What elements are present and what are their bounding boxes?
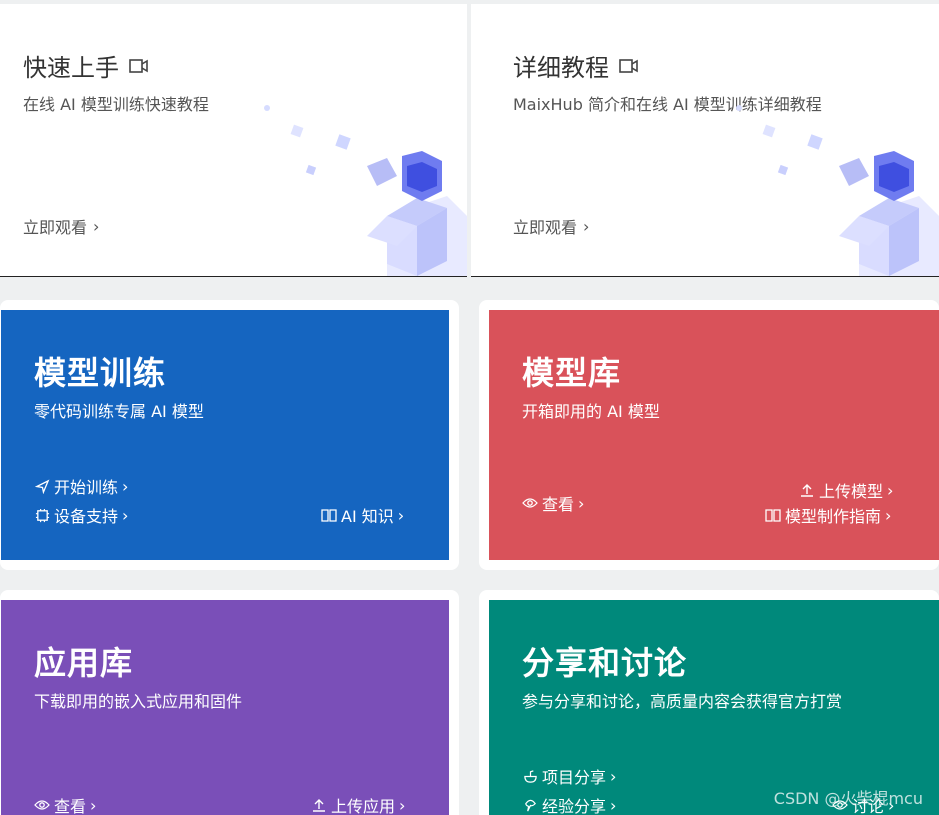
chevron-right-icon: › — [583, 216, 590, 236]
watch-now-link[interactable]: 立即观看 › — [23, 214, 99, 238]
watch-now-link[interactable]: 立即观看 › — [513, 214, 589, 238]
start-training-link[interactable]: 开始训练 › — [34, 474, 128, 498]
chevron-right-icon: › — [610, 766, 617, 786]
app-library-tile[interactable]: 应用库 下载即用的嵌入式应用和固件 查看 › 上传应用 › — [1, 600, 449, 815]
chevron-right-icon: › — [90, 795, 97, 815]
tile-description: 零代码训练专属 AI 模型 — [34, 402, 204, 421]
chevron-right-icon: › — [93, 216, 100, 236]
quick-start-card[interactable]: 快速上手 在线 AI 模型训练快速教程 立即观看 › — [0, 4, 467, 277]
project-share-link[interactable]: 项目分享 › — [522, 764, 616, 788]
book-icon — [321, 507, 337, 523]
chevron-right-icon: › — [122, 476, 129, 496]
share-discuss-tile[interactable]: 分享和讨论 参与分享和讨论，高质量内容会获得官方打赏 项目分享 › 经验分享 ›… — [489, 600, 939, 815]
chevron-right-icon: › — [122, 505, 129, 525]
quick-start-subtitle: 在线 AI 模型训练快速教程 — [23, 95, 209, 114]
eye-icon — [34, 797, 50, 813]
upload-icon — [311, 797, 327, 813]
tile-title: 模型训练 — [34, 354, 167, 392]
bulb-icon — [522, 797, 538, 813]
box-illustration — [736, 105, 939, 276]
chevron-right-icon: › — [885, 505, 892, 525]
cup-icon — [522, 768, 538, 784]
tutorial-card[interactable]: 详细教程 MaixHub 简介和在线 AI 模型训练详细教程 立即观看 › — [471, 4, 939, 277]
model-guide-link[interactable]: 模型制作指南 › — [765, 503, 891, 527]
chevron-right-icon: › — [610, 795, 617, 815]
box-illustration — [264, 105, 467, 276]
upload-model-link[interactable]: 上传模型 › — [799, 478, 893, 502]
view-models-link[interactable]: 查看 › — [522, 491, 584, 515]
upload-icon — [799, 482, 815, 498]
chevron-right-icon: › — [399, 795, 406, 815]
upload-app-link[interactable]: 上传应用 › — [311, 793, 405, 815]
view-apps-link[interactable]: 查看 › — [34, 793, 96, 815]
watermark: CSDN @火柴棍mcu — [773, 789, 923, 808]
video-icon — [619, 58, 638, 73]
chevron-right-icon: › — [397, 505, 405, 525]
tile-title: 应用库 — [34, 644, 134, 682]
model-training-tile[interactable]: 模型训练 零代码训练专属 AI 模型 开始训练 › 设备支持 › AI 知识 › — [1, 310, 449, 560]
quick-start-title: 快速上手 — [23, 48, 149, 83]
tutorial-title: 详细教程 — [513, 48, 639, 83]
chevron-right-icon: › — [887, 480, 894, 500]
device-support-link[interactable]: 设备支持 › — [34, 503, 128, 527]
tile-title: 分享和讨论 — [522, 644, 688, 682]
tile-description: 下载即用的嵌入式应用和固件 — [34, 692, 243, 711]
chip-icon — [34, 507, 50, 523]
model-library-tile[interactable]: 模型库 开箱即用的 AI 模型 查看 › 上传模型 › 模型制作指南 › — [489, 310, 939, 560]
tile-description: 参与分享和讨论，高质量内容会获得官方打赏 — [522, 692, 843, 711]
ai-knowledge-link[interactable]: AI 知识 › — [321, 503, 404, 527]
tile-description: 开箱即用的 AI 模型 — [522, 402, 660, 421]
experience-share-link[interactable]: 经验分享 › — [522, 793, 616, 815]
tile-title: 模型库 — [522, 354, 622, 392]
book-icon — [765, 507, 781, 523]
eye-icon — [522, 495, 538, 511]
video-icon — [129, 58, 148, 73]
chevron-right-icon: › — [578, 493, 585, 513]
send-icon — [34, 478, 50, 494]
